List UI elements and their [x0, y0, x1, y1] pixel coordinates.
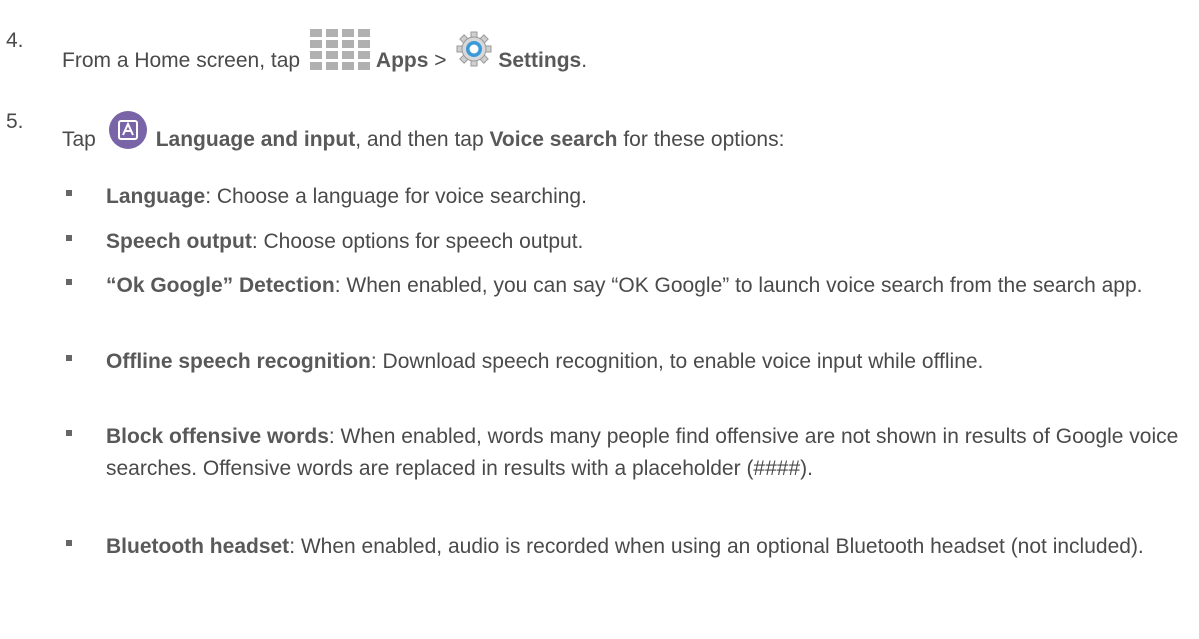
- bullet-mark: [66, 190, 72, 196]
- bullet-mark: [66, 235, 72, 241]
- step-text: Tap Language and input, and then tap Voi…: [62, 110, 784, 152]
- voice-search-label: Voice search: [489, 128, 618, 151]
- gear-icon: [456, 31, 492, 67]
- option-term: Offline speech recognition: [106, 350, 371, 373]
- option-term: Block offensive words: [106, 425, 329, 448]
- step-text: From a Home screen, tap Apps > Settings.: [62, 29, 587, 73]
- option-text: Block offensive words: When enabled, wor…: [106, 421, 1191, 485]
- step-number: 5.: [6, 110, 24, 133]
- option-term: “Ok Google” Detection: [106, 274, 335, 297]
- option-description: : When enabled, you can say “OK Google” …: [334, 274, 1143, 297]
- step-number: 4.: [6, 29, 24, 52]
- step-suffix: .: [581, 49, 588, 72]
- bullet-mark: [66, 355, 72, 361]
- apps-grid-icon: [309, 29, 370, 70]
- bullet-mark: [66, 279, 72, 285]
- option-text: Bluetooth headset: When enabled, audio i…: [106, 531, 1191, 563]
- language-a-icon: [108, 111, 147, 149]
- separator: >: [428, 49, 453, 72]
- settings-label: Settings: [498, 49, 582, 72]
- option-description: : Download speech recognition, to enable…: [370, 350, 984, 373]
- option-text: Language: Choose a language for voice se…: [106, 181, 1191, 213]
- step-middle: , and then tap: [355, 128, 490, 151]
- step-suffix: for these options:: [617, 128, 785, 151]
- bullet-mark: [66, 430, 72, 436]
- bullet-mark: [66, 540, 72, 546]
- option-description: : Choose options for speech output.: [251, 230, 584, 253]
- option-term: Bluetooth headset: [106, 535, 290, 558]
- language-input-label: Language and input: [155, 128, 356, 151]
- option-description: : Choose a language for voice searching.: [205, 185, 587, 208]
- apps-label: Apps: [375, 49, 429, 72]
- step-prefix: Tap: [62, 128, 102, 151]
- option-term: Language: [106, 185, 206, 208]
- option-text: Offline speech recognition: Download spe…: [106, 346, 1191, 378]
- step-prefix: From a Home screen, tap: [62, 49, 306, 72]
- option-description: : When enabled, audio is recorded when u…: [289, 535, 1144, 558]
- option-text: “Ok Google” Detection: When enabled, you…: [106, 270, 1191, 302]
- option-term: Speech output: [106, 230, 252, 253]
- option-text: Speech output: Choose options for speech…: [106, 226, 1191, 258]
